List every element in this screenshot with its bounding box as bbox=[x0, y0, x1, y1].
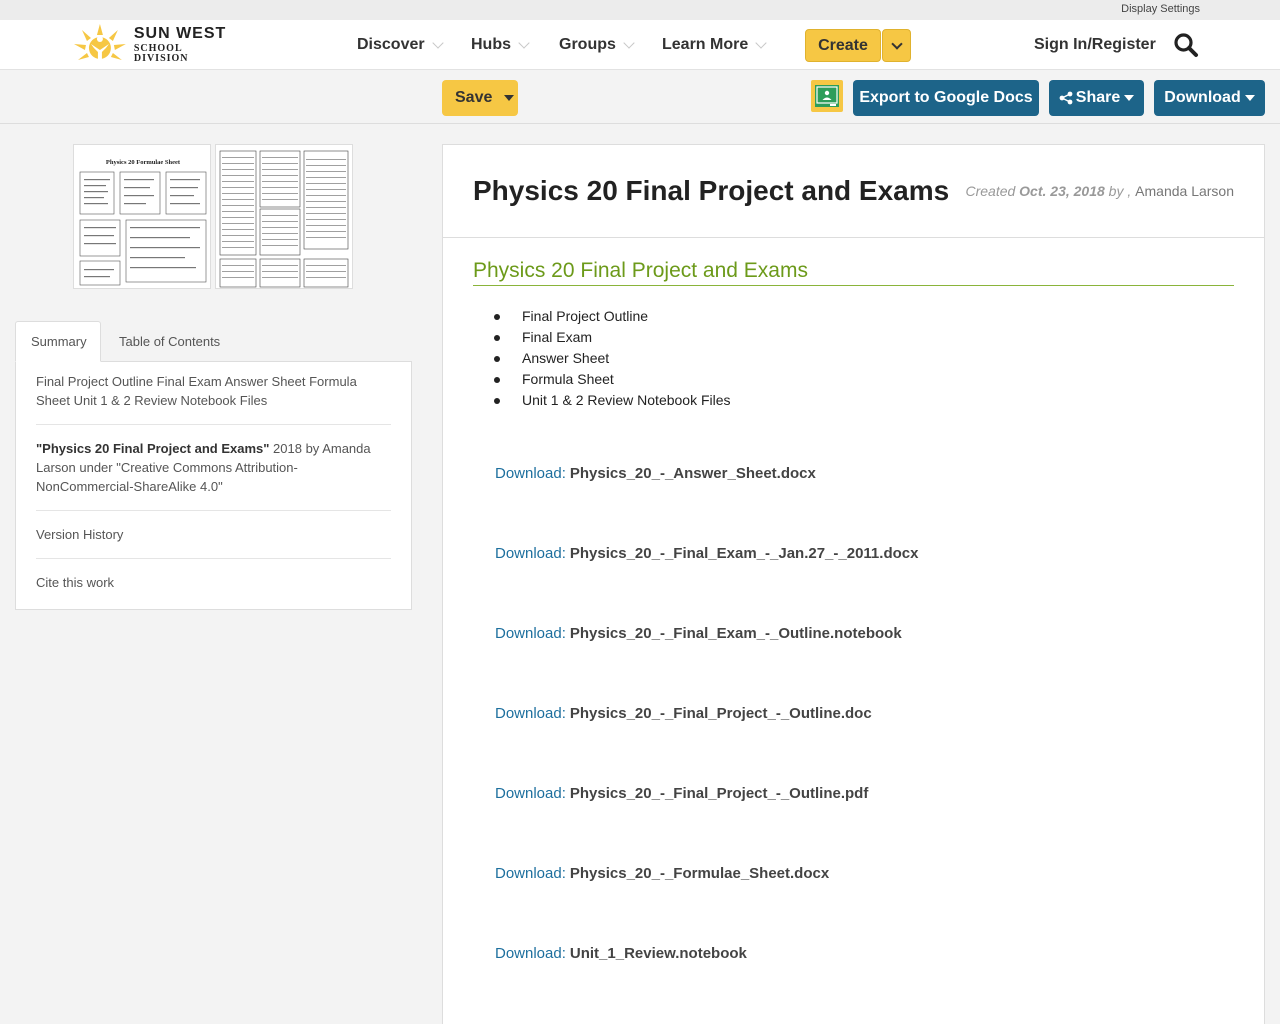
classroom-board-icon bbox=[815, 85, 839, 107]
summary-description: Final Project Outline Final Exam Answer … bbox=[36, 362, 391, 425]
nav-hubs-label: Hubs bbox=[471, 36, 511, 53]
resource-thumbnails: Physics 20 Formulae Sheet bbox=[73, 144, 353, 289]
file-name: Physics_20_-_Final_Exam_-_Outline.notebo… bbox=[569, 625, 902, 642]
data-tables-preview-image bbox=[219, 150, 349, 288]
nav-hubs[interactable]: Hubs bbox=[471, 36, 530, 54]
caret-down-icon bbox=[1244, 95, 1255, 101]
file-download-link[interactable]: Download: Physics_20_-_Final_Exam_-_Jan.2… bbox=[495, 545, 918, 562]
version-history-link[interactable]: Version History bbox=[36, 511, 391, 559]
nav-learn-more[interactable]: Learn More bbox=[662, 36, 767, 54]
file-download-link[interactable]: Download: Unit_1_Review.notebook bbox=[495, 945, 747, 962]
summary-panel: Final Project Outline Final Exam Answer … bbox=[15, 361, 412, 610]
file-download-link[interactable]: Download: Physics_20_-_Formulae_Sheet.doc… bbox=[495, 865, 829, 882]
list-item: Answer Sheet bbox=[494, 348, 731, 369]
by-label: by , bbox=[1104, 183, 1136, 199]
created-meta: Created Oct. 23, 2018 by , Amanda Larson bbox=[965, 183, 1234, 199]
nav-discover[interactable]: Discover bbox=[357, 36, 444, 54]
file-name: Physics_20_-_Final_Project_-_Outline.pdf bbox=[569, 785, 869, 802]
download-label: Download bbox=[1164, 89, 1241, 106]
download-label: Download: bbox=[495, 705, 566, 722]
file-name: Physics_20_-_Answer_Sheet.docx bbox=[569, 465, 816, 482]
content-header: Physics 20 Final Project and Exams Creat… bbox=[443, 145, 1264, 238]
file-download-link[interactable]: Download: Physics_20_-_Final_Project_-_Ou… bbox=[495, 785, 868, 802]
save-button[interactable]: Save bbox=[442, 80, 518, 116]
download-button[interactable]: Download bbox=[1154, 80, 1265, 116]
cite-this-work-link[interactable]: Cite this work bbox=[36, 559, 391, 606]
download-label: Download: bbox=[495, 545, 566, 562]
download-label: Download: bbox=[495, 865, 566, 882]
save-label: Save bbox=[455, 89, 493, 106]
tab-table-of-contents[interactable]: Table of Contents bbox=[104, 321, 235, 362]
chevron-down-icon bbox=[890, 37, 903, 50]
resource-content: Physics 20 Final Project and Exams Creat… bbox=[442, 144, 1265, 1024]
create-button[interactable]: Create bbox=[805, 29, 881, 62]
search-icon[interactable] bbox=[1173, 32, 1199, 58]
utility-bar: Display Settings bbox=[0, 0, 1280, 20]
logo-text: SUN WEST SCHOOL DIVISION bbox=[134, 26, 240, 64]
attribution-title: "Physics 20 Final Project and Exams" bbox=[36, 441, 270, 456]
chevron-down-icon bbox=[518, 37, 530, 49]
contents-list: Final Project Outline Final Exam Answer … bbox=[494, 306, 731, 411]
file-download-link[interactable]: Download: Physics_20_-_Final_Exam_-_Outli… bbox=[495, 625, 902, 642]
download-label: Download: bbox=[495, 625, 566, 642]
author-link[interactable]: Amanda Larson bbox=[1135, 183, 1234, 199]
file-name: Unit_1_Review.notebook bbox=[569, 945, 747, 962]
create-dropdown-toggle[interactable] bbox=[882, 29, 911, 62]
chevron-down-icon bbox=[431, 37, 444, 49]
file-name: Physics_20_-_Formulae_Sheet.docx bbox=[569, 865, 830, 882]
chevron-down-icon bbox=[623, 37, 635, 49]
list-item: Formula Sheet bbox=[494, 369, 731, 390]
share-icon bbox=[1059, 91, 1073, 105]
file-name: Physics_20_-_Final_Project_-_Outline.doc bbox=[569, 705, 872, 722]
thumbnail-title: Physics 20 Formulae Sheet bbox=[106, 159, 181, 166]
nav-groups-label: Groups bbox=[559, 36, 616, 53]
sun-logo-icon bbox=[73, 24, 126, 62]
chevron-down-icon bbox=[755, 37, 767, 49]
nav-groups[interactable]: Groups bbox=[559, 36, 635, 54]
download-label: Download: bbox=[495, 465, 566, 482]
page-title: Physics 20 Final Project and Exams bbox=[473, 175, 950, 206]
sun-west-logo[interactable]: SUN WEST SCHOOL DIVISION bbox=[70, 22, 240, 68]
download-label: Download: bbox=[495, 785, 566, 802]
created-label: Created bbox=[965, 183, 1020, 199]
logo-line1: SUN WEST bbox=[133, 25, 227, 42]
list-item: Final Project Outline bbox=[494, 306, 731, 327]
logo-line2: SCHOOL DIVISION bbox=[133, 43, 189, 64]
list-item: Unit 1 & 2 Review Notebook Files bbox=[494, 390, 731, 411]
share-label: Share bbox=[1075, 89, 1121, 106]
attribution-text: "Physics 20 Final Project and Exams" 201… bbox=[36, 425, 391, 511]
caret-down-icon bbox=[504, 95, 515, 101]
sidebar-tabs: Summary Table of Contents bbox=[15, 321, 412, 362]
formulae-sheet-thumbnail[interactable]: Physics 20 Formulae Sheet bbox=[73, 144, 211, 289]
file-name: Physics_20_-_Final_Exam_-_Jan.27_-_2011.… bbox=[569, 545, 919, 562]
display-settings-link[interactable]: Display Settings bbox=[1121, 3, 1200, 15]
nav-learn-more-label: Learn More bbox=[662, 36, 749, 53]
main-nav: SUN WEST SCHOOL DIVISION Discover Hubs G… bbox=[0, 20, 1280, 70]
tab-summary[interactable]: Summary bbox=[15, 321, 101, 362]
nav-discover-label: Discover bbox=[357, 36, 425, 53]
file-download-link[interactable]: Download: Physics_20_-_Answer_Sheet.docx bbox=[495, 465, 816, 482]
formula-sheet-preview-image: Physics 20 Formulae Sheet bbox=[79, 159, 207, 286]
list-item: Final Exam bbox=[494, 327, 731, 348]
data-table-thumbnail[interactable] bbox=[215, 144, 353, 289]
sign-in-register-link[interactable]: Sign In/Register bbox=[1034, 36, 1156, 54]
caret-down-icon bbox=[1124, 95, 1135, 101]
created-date: Oct. 23, 2018 bbox=[1019, 183, 1105, 199]
share-button[interactable]: Share bbox=[1049, 80, 1144, 116]
download-label: Download: bbox=[495, 945, 566, 962]
section-heading: Physics 20 Final Project and Exams bbox=[473, 259, 1234, 286]
export-google-docs-button[interactable]: Export to Google Docs bbox=[853, 80, 1039, 116]
google-classroom-icon[interactable] bbox=[811, 80, 843, 112]
file-download-link[interactable]: Download: Physics_20_-_Final_Project_-_Ou… bbox=[495, 705, 872, 722]
resource-toolbar: Save Export to Google Docs Share Downloa… bbox=[0, 71, 1280, 124]
